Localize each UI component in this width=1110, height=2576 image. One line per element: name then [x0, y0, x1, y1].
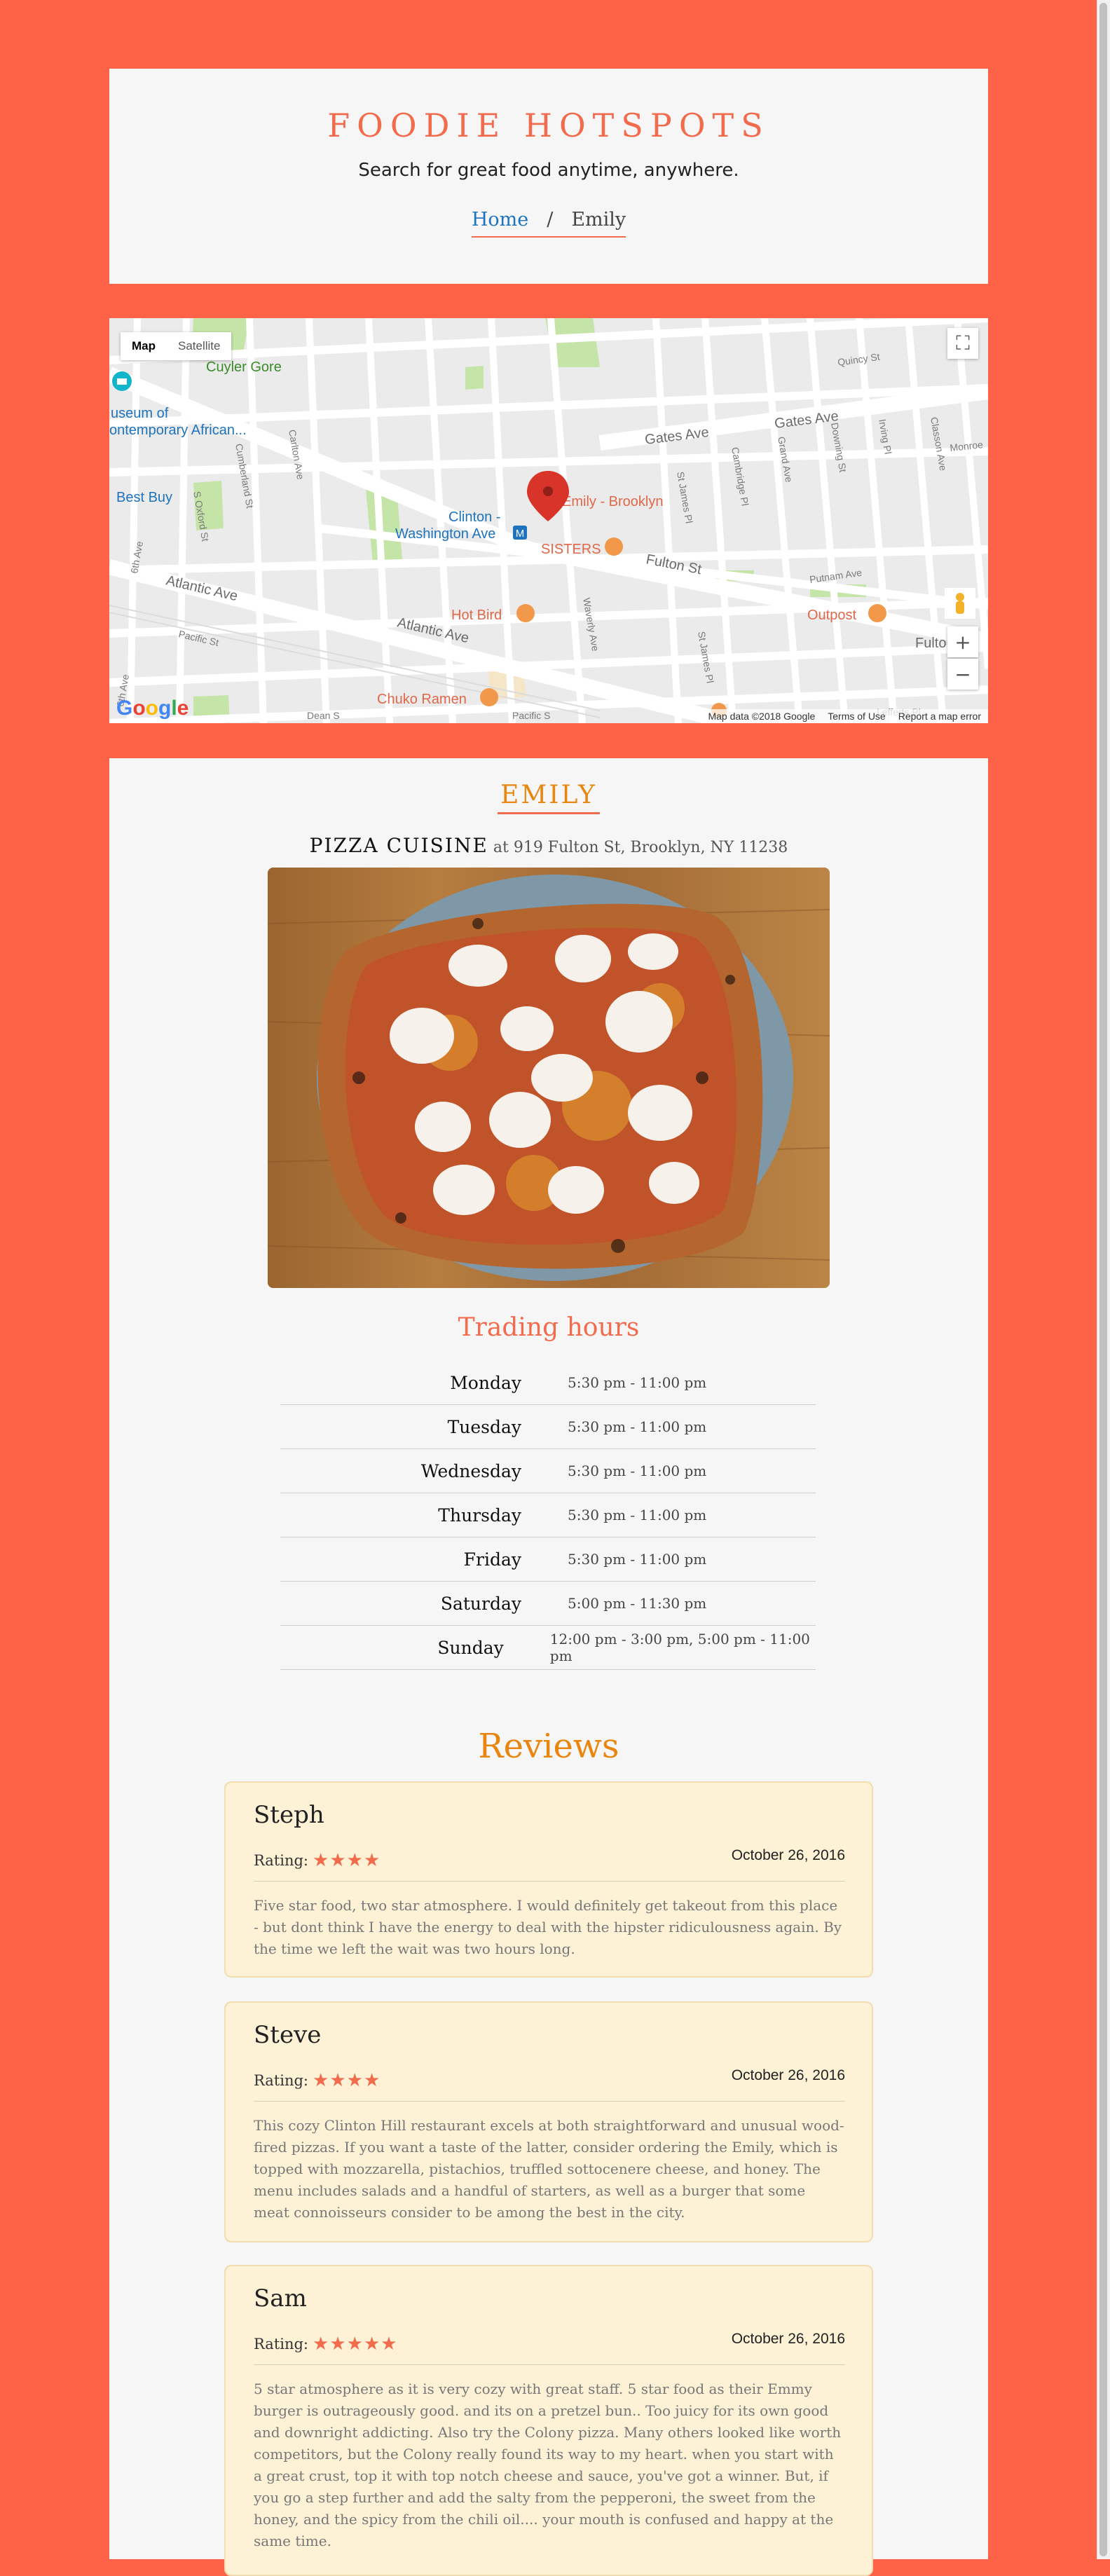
hours-row: Wednesday 5:30 pm - 11:00 pm: [280, 1449, 816, 1493]
terms-of-use-link[interactable]: Terms of Use: [828, 711, 885, 722]
hours-time: 5:30 pm - 11:00 pm: [568, 1374, 707, 1391]
svg-text:M: M: [516, 528, 525, 540]
map-type-satellite-button[interactable]: Satellite: [167, 332, 231, 360]
reviewer-name: Steve: [254, 2021, 322, 2049]
review-text: 5 star atmosphere as it is very cozy wit…: [254, 2380, 842, 2549]
hours-day: Saturday: [440, 1593, 521, 1614]
zoom-out-button[interactable]: −: [947, 659, 978, 690]
hours-day: Monday: [450, 1372, 521, 1393]
hours-time: 5:30 pm - 11:00 pm: [568, 1418, 707, 1435]
review-divider: [254, 1881, 845, 1882]
restaurant-pin-icon[interactable]: [605, 537, 623, 556]
rating-label: Rating:: [254, 2336, 309, 2352]
hours-row: Monday 5:30 pm - 11:00 pm: [280, 1361, 816, 1405]
review-rating: Rating: ★★★★★: [254, 2334, 398, 2355]
breadcrumb-separator: /: [547, 209, 554, 231]
map-label-cuyler-gore: Cuyler Gore: [206, 359, 282, 375]
hours-day: Sunday: [437, 1637, 504, 1658]
breadcrumb-current: Emily: [571, 209, 626, 231]
review-rating: Rating: ★★★★: [254, 1850, 381, 1871]
hours-day: Wednesday: [420, 1460, 521, 1481]
review-divider: [254, 2364, 845, 2365]
restaurant-photo: [268, 868, 830, 1288]
fullscreen-icon[interactable]: ⛶: [947, 328, 978, 359]
review-text: This cozy Clinton Hill restaurant excels…: [254, 2117, 844, 2221]
map-label-outpost: Outpost: [807, 608, 856, 623]
restaurant-pin-icon[interactable]: [868, 604, 886, 622]
rating-label: Rating:: [254, 1852, 309, 1869]
map-label-fulton-2: Fulto: [915, 636, 946, 651]
star-rating-icon: ★★★★★: [313, 2334, 398, 2355]
site-header: FOODIE HOTSPOTS Search for great food an…: [109, 69, 988, 284]
map-label-chuko: Chuko Ramen: [377, 692, 467, 707]
review-divider: [254, 2101, 845, 2102]
hours-row: Tuesday 5:30 pm - 11:00 pm: [280, 1405, 816, 1449]
breadcrumb: Home / Emily: [471, 209, 626, 238]
review-card: Sam Rating: ★★★★★ October 26, 2016 5 sta…: [224, 2265, 873, 2576]
hours-row: Saturday 5:00 pm - 11:30 pm: [280, 1582, 816, 1626]
hours-day: Thursday: [438, 1505, 521, 1526]
map-footer: Map data ©2018 Google Terms of Use Repor…: [701, 709, 988, 723]
hours-day: Friday: [463, 1549, 521, 1570]
map-label-sisters: SISTERS: [541, 542, 601, 557]
hours-time: 12:00 pm - 3:00 pm, 5:00 pm - 11:00 pm: [549, 1631, 810, 1664]
trading-hours-table: Monday 5:30 pm - 11:00 pm Tuesday 5:30 p…: [280, 1361, 816, 1670]
map-label-museum: useum of: [111, 406, 169, 421]
restaurant-details: EMILY PIZZA CUISINE at 919 Fulton St, Br…: [109, 758, 988, 2576]
map-data-attribution: Map data ©2018 Google: [708, 711, 816, 722]
map-label-museum-2: ontemporary African...: [109, 423, 247, 438]
hours-time: 5:00 pm - 11:30 pm: [568, 1595, 707, 1612]
report-map-error-link[interactable]: Report a map error: [898, 711, 981, 722]
restaurant-address: at 919 Fulton St, Brooklyn, NY 11238: [493, 839, 788, 856]
review-date: October 26, 2016: [731, 2067, 845, 2083]
restaurant-pin-icon[interactable]: [480, 688, 498, 706]
hours-row: Sunday 12:00 pm - 3:00 pm, 5:00 pm - 11:…: [280, 1626, 816, 1670]
scrollbar-thumb[interactable]: [1099, 3, 1107, 2556]
reviews-title: Reviews: [478, 1727, 619, 1766]
hours-row: Friday 5:30 pm - 11:00 pm: [280, 1537, 816, 1582]
map-label-emily: Emily - Brooklyn: [562, 494, 663, 509]
map-label-pacific-2: Pacific S: [512, 710, 550, 721]
review-card: Steve Rating: ★★★★ October 26, 2016 This…: [224, 2001, 873, 2242]
hours-row: Thursday 5:30 pm - 11:00 pm: [280, 1493, 816, 1537]
map-label-best-buy: Best Buy: [116, 490, 172, 505]
museum-poi-icon[interactable]: [112, 371, 132, 391]
restaurant-cuisine: PIZZA CUISINE: [309, 834, 488, 857]
site-tagline: Search for great food anytime, anywhere.: [358, 160, 739, 181]
street-view-pegman-icon[interactable]: [945, 588, 975, 619]
map-label-hot-bird: Hot Bird: [451, 608, 502, 623]
google-logo: Google: [116, 697, 189, 720]
site-title: FOODIE HOTSPOTS: [327, 107, 770, 144]
restaurant-pin-icon[interactable]: [516, 604, 535, 622]
review-date: October 26, 2016: [731, 1847, 845, 1863]
map-type-map-button[interactable]: Map: [121, 332, 167, 360]
rating-label: Rating:: [254, 2072, 309, 2089]
breadcrumb-home-link[interactable]: Home: [472, 209, 528, 231]
page-scrollbar[interactable]: [1097, 0, 1110, 2559]
restaurant-subtitle: PIZZA CUISINE at 919 Fulton St, Brooklyn…: [109, 834, 988, 857]
reviewer-name: Sam: [254, 2284, 307, 2313]
map-label-dean: Dean S: [307, 710, 340, 721]
map-label-clinton: Clinton -: [448, 509, 500, 525]
hours-time: 5:30 pm - 11:00 pm: [568, 1507, 707, 1523]
review-text: Five star food, two star atmosphere. I w…: [254, 1897, 842, 1957]
map[interactable]: Atlantic Ave Atlantic Ave Gates Ave Gate…: [109, 318, 988, 723]
hours-time: 5:30 pm - 11:00 pm: [568, 1462, 707, 1479]
star-rating-icon: ★★★★: [313, 2070, 381, 2091]
hours-time: 5:30 pm - 11:00 pm: [568, 1551, 707, 1568]
map-canvas[interactable]: Atlantic Ave Atlantic Ave Gates Ave Gate…: [109, 318, 988, 723]
review-card: Steph Rating: ★★★★ October 26, 2016 Five…: [224, 1781, 873, 1978]
trading-hours-title: Trading hours: [458, 1313, 640, 1342]
reviewer-name: Steph: [254, 1801, 324, 1829]
subway-icon[interactable]: M: [513, 526, 527, 540]
restaurant-name: EMILY: [498, 781, 600, 814]
star-rating-icon: ★★★★: [313, 1850, 381, 1871]
map-type-control: Map Satellite: [121, 332, 232, 360]
hours-day: Tuesday: [447, 1416, 521, 1437]
review-date: October 26, 2016: [731, 2331, 845, 2347]
map-label-clinton-2: Washington Ave: [395, 526, 495, 542]
zoom-in-button[interactable]: +: [947, 626, 978, 657]
review-rating: Rating: ★★★★: [254, 2070, 381, 2091]
